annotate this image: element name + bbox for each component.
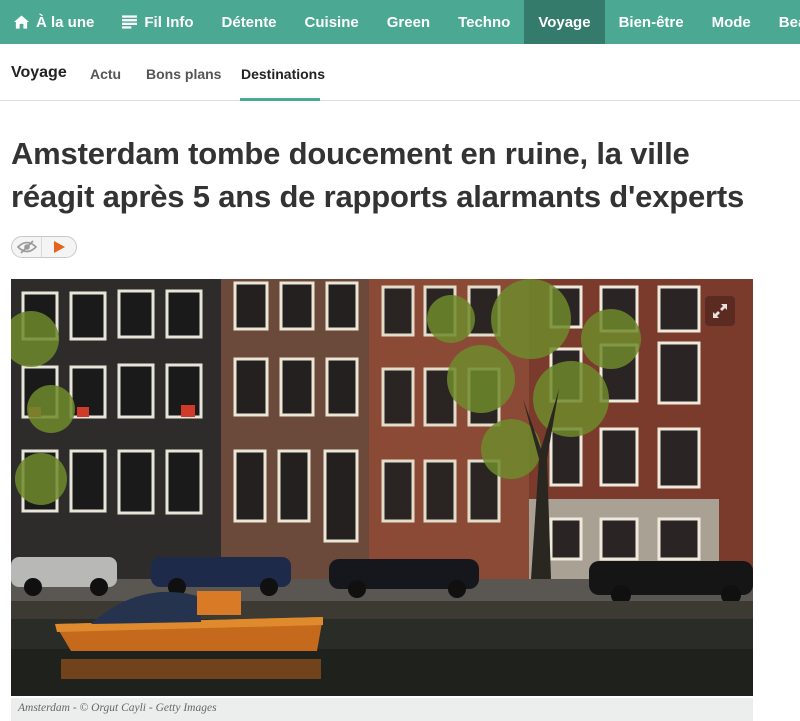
section-title[interactable]: Voyage [11, 64, 67, 82]
nav-item-voyage[interactable]: Voyage [524, 0, 605, 44]
image-caption: Amsterdam - © Orgut Cayli - Getty Images [11, 698, 753, 721]
list-icon [122, 15, 138, 29]
nav-item-label: Fil Info [144, 13, 194, 31]
sub-nav: Voyage Actu Bons plans Destinations [0, 44, 800, 101]
nav-item-label: Voyage [538, 13, 591, 31]
nav-item-a-la-une[interactable]: À la une [0, 0, 108, 44]
nav-item-mode[interactable]: Mode [698, 0, 765, 44]
nav-item-techno[interactable]: Techno [444, 0, 524, 44]
nav-item-green[interactable]: Green [373, 0, 444, 44]
nav-item-bien-etre[interactable]: Bien-être [605, 0, 698, 44]
subnav-item-destinations[interactable]: Destinations [241, 66, 325, 82]
eye-slash-icon[interactable] [12, 237, 42, 257]
nav-item-label: Bien-être [618, 13, 684, 31]
nav-item-label: Cuisine [304, 13, 359, 31]
subnav-item-bons-plans[interactable]: Bons plans [146, 66, 221, 82]
nav-item-fil-info[interactable]: Fil Info [108, 0, 207, 44]
subnav-item-actu[interactable]: Actu [90, 66, 121, 82]
nav-item-label: Green [386, 13, 431, 31]
nav-item-label: Beauté [778, 13, 800, 31]
article-image[interactable] [11, 279, 753, 696]
nav-item-label: Techno [458, 13, 511, 31]
active-tab-underline [240, 98, 320, 101]
nav-item-label: Détente [221, 13, 277, 31]
home-icon [14, 15, 29, 29]
nav-item-detente[interactable]: Détente [208, 0, 291, 44]
nav-item-cuisine[interactable]: Cuisine [291, 0, 373, 44]
nav-item-label: À la une [36, 13, 95, 31]
article-headline: Amsterdam tombe doucement en ruine, la v… [11, 136, 745, 214]
nav-item-beaute[interactable]: Beauté [765, 0, 800, 44]
expand-icon[interactable] [705, 296, 735, 326]
play-icon[interactable] [42, 241, 76, 253]
audio-player-control[interactable] [11, 236, 77, 258]
nav-item-label: Mode [711, 13, 751, 31]
top-nav: À la une Fil Info Détente Cuisine Green … [0, 0, 800, 44]
